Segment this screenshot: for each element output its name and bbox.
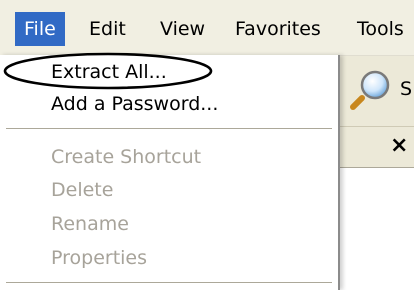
menu-item-delete: Delete: [51, 179, 114, 201]
menu-bar: File Edit View Favorites Tools: [0, 0, 414, 56]
menu-view[interactable]: View: [151, 12, 214, 46]
menu-separator: [6, 128, 332, 130]
menu-item-properties: Properties: [51, 247, 148, 269]
menu-separator-bottom: [6, 282, 332, 284]
menu-item-add-password[interactable]: Add a Password...: [51, 91, 218, 117]
search-icon[interactable]: [350, 66, 394, 110]
menu-file[interactable]: File: [15, 12, 65, 46]
menu-tools[interactable]: Tools: [348, 12, 413, 46]
menu-favorites[interactable]: Favorites: [226, 12, 330, 46]
menu-edit[interactable]: Edit: [80, 12, 135, 46]
annotation-ellipse: [3, 52, 213, 90]
close-icon[interactable]: ×: [390, 131, 408, 161]
menu-item-create-shortcut: Create Shortcut: [51, 146, 202, 168]
menu-item-rename: Rename: [51, 213, 129, 235]
search-button-label[interactable]: S: [400, 78, 412, 100]
